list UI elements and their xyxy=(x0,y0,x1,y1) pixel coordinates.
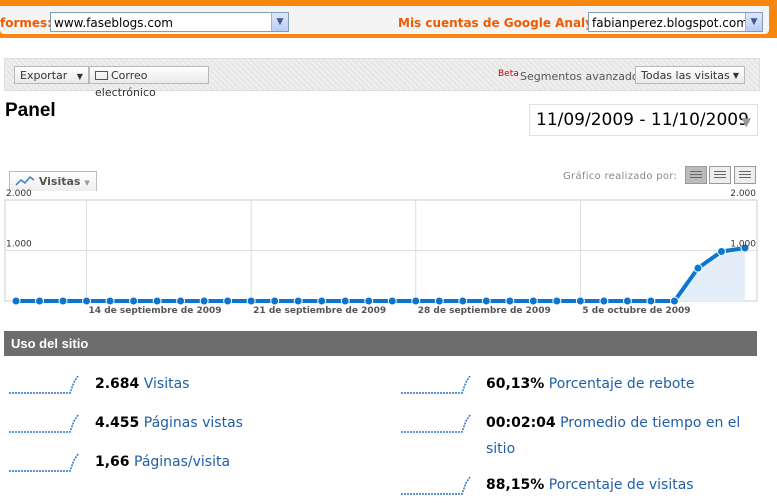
metric-label[interactable]: Páginas vistas xyxy=(144,415,243,431)
metric-value: 2.684 xyxy=(95,376,140,392)
metric-item: 1,66 Páginas/visita xyxy=(95,454,230,470)
data-point xyxy=(646,296,656,306)
data-point xyxy=(364,296,374,306)
metric-value: 88,15% xyxy=(486,477,545,493)
view-day-button[interactable] xyxy=(685,166,707,184)
segments-select[interactable]: Todas las visitas ▼ xyxy=(635,66,745,84)
date-range-value: 11/09/2009 - 11/10/2009 xyxy=(536,110,749,130)
chevron-down-icon: ▼ xyxy=(741,115,751,129)
envelope-icon xyxy=(95,71,108,80)
data-point xyxy=(340,296,350,306)
data-point xyxy=(458,296,468,306)
beta-badge: Beta xyxy=(498,69,519,79)
accounts-select-value: fabianperez.blogspot.com xyxy=(592,16,748,30)
sparkline[interactable] xyxy=(8,413,80,435)
export-label: Exportar xyxy=(20,69,68,82)
date-range-picker[interactable]: 11/09/2009 - 11/10/2009 ▼ xyxy=(529,104,758,136)
data-point xyxy=(82,296,92,306)
data-point xyxy=(317,296,327,306)
y-tick-label-right: 1.000 xyxy=(730,240,756,250)
segments-value: Todas las visitas xyxy=(641,69,730,82)
metric-value: 1,66 xyxy=(95,454,130,470)
data-point xyxy=(293,296,303,306)
reports-label: formes: xyxy=(0,16,52,30)
y-tick-label-right: 2.000 xyxy=(730,189,756,199)
chevron-down-icon[interactable]: ▼ xyxy=(271,13,288,31)
visits-chart: 2.000 2.000 1.000 1.000 14 de septiembre de … xyxy=(4,189,758,316)
data-point xyxy=(58,296,68,306)
data-point xyxy=(223,296,233,306)
data-point xyxy=(505,296,515,306)
data-point xyxy=(105,296,115,306)
data-point xyxy=(481,296,491,306)
sparkline[interactable] xyxy=(8,452,80,474)
data-point xyxy=(622,296,632,306)
metric-value: 60,13% xyxy=(486,376,545,392)
metric-item: 2.684 Visitas xyxy=(95,376,189,392)
data-point xyxy=(716,247,726,257)
data-point xyxy=(246,296,256,306)
graph-by-label: Gráfico realizado por: xyxy=(563,171,678,182)
metric-item: 00:02:04 Promedio de tiempo en el xyxy=(486,415,740,431)
sparkline[interactable] xyxy=(8,374,80,396)
reports-select[interactable]: www.faseblogs.com ▼ xyxy=(50,12,289,32)
sparkline[interactable] xyxy=(400,475,472,497)
metric-item: 4.455 Páginas vistas xyxy=(95,415,243,431)
dropdown-arrow-icon: ▼ xyxy=(76,72,83,81)
list-icon xyxy=(714,171,726,172)
dropdown-arrow-icon: ▼ xyxy=(84,179,90,187)
x-tick-label: 21 de septiembre de 2009 xyxy=(253,306,386,316)
metric-value: 00:02:04 xyxy=(486,415,556,431)
data-point xyxy=(599,296,609,306)
data-point xyxy=(176,296,186,306)
metric-label[interactable]: Páginas/visita xyxy=(134,454,230,470)
email-button[interactable]: Correo electrónico xyxy=(89,66,209,99)
data-point xyxy=(270,296,280,306)
metric-label[interactable]: Porcentaje de rebote xyxy=(549,376,695,392)
export-button[interactable]: Exportar ▼ xyxy=(14,66,89,84)
view-month-button[interactable] xyxy=(734,166,756,184)
accounts-select[interactable]: fabianperez.blogspot.com ▼ xyxy=(588,12,763,32)
sparkline[interactable] xyxy=(400,374,472,396)
metric-value: 4.455 xyxy=(95,415,140,431)
metric-item: 88,15% Porcentaje de visitas xyxy=(486,477,694,493)
x-tick-label: 5 de octubre de 2009 xyxy=(582,306,690,316)
page-title: Panel xyxy=(5,100,56,121)
data-point xyxy=(387,296,397,306)
view-week-button[interactable] xyxy=(709,166,731,184)
y-tick-label-left: 2.000 xyxy=(6,189,32,199)
sparkline[interactable] xyxy=(400,413,472,435)
dropdown-arrow-icon: ▼ xyxy=(732,71,739,80)
metric-label[interactable]: Promedio de tiempo en el xyxy=(560,415,740,431)
metric-tab-label: Visitas xyxy=(38,175,81,188)
data-point xyxy=(552,296,562,306)
data-point xyxy=(669,296,679,306)
x-tick-label: 28 de septiembre de 2009 xyxy=(418,306,551,316)
list-icon xyxy=(739,171,751,172)
toolbar: Exportar ▼ Correo electrónico Beta Segme… xyxy=(4,58,760,99)
data-point xyxy=(11,296,21,306)
segments-label: Segmentos avanzados: xyxy=(520,70,649,83)
data-point xyxy=(129,296,139,306)
data-point xyxy=(152,296,162,306)
data-point xyxy=(434,296,444,306)
data-point xyxy=(575,296,585,306)
data-point xyxy=(528,296,538,306)
chevron-down-icon[interactable]: ▼ xyxy=(745,13,762,31)
x-tick-label: 14 de septiembre de 2009 xyxy=(89,306,222,316)
metric-item: 60,13% Porcentaje de rebote xyxy=(486,376,695,392)
data-point xyxy=(35,296,45,306)
y-tick-label-left: 1.000 xyxy=(6,240,32,250)
list-icon xyxy=(690,171,702,172)
data-point xyxy=(693,263,703,273)
metric-label[interactable]: Porcentaje de visitas xyxy=(549,477,694,493)
metric-label[interactable]: Visitas xyxy=(144,376,190,392)
data-point xyxy=(411,296,421,306)
data-point xyxy=(199,296,209,306)
line-chart-icon xyxy=(15,175,35,186)
reports-select-value: www.faseblogs.com xyxy=(54,16,173,30)
section-header: Uso del sitio xyxy=(4,331,757,356)
metric-label[interactable]: sitio xyxy=(486,441,515,457)
metric-item: sitio xyxy=(486,441,515,457)
